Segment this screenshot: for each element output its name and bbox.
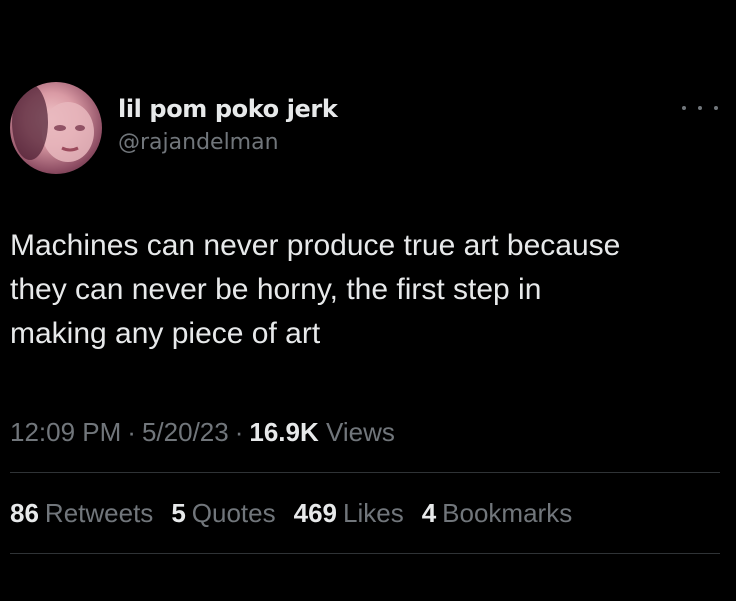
- views-label: Views: [326, 417, 395, 447]
- tweet-text-line: making any piece of art: [10, 317, 321, 350]
- divider: [10, 553, 720, 554]
- more-dot: [698, 106, 702, 110]
- user-info: lil pom poko jerk @rajandelman: [118, 94, 338, 157]
- bookmarks-count: 4: [421, 498, 437, 528]
- display-name[interactable]: lil pom poko jerk: [118, 94, 338, 124]
- meta-separator: ·: [127, 417, 136, 447]
- likes-stat[interactable]: 469 Likes: [294, 496, 404, 530]
- quotes-stat[interactable]: 5 Quotes: [171, 496, 275, 530]
- more-dot: [714, 106, 718, 110]
- engagement-stats: 86 Retweets 5 Quotes 469 Likes 4 Bookmarks: [10, 496, 590, 530]
- more-options-icon[interactable]: [682, 98, 718, 118]
- divider: [10, 472, 720, 473]
- user-handle[interactable]: @rajandelman: [118, 129, 337, 157]
- likes-label: Likes: [343, 498, 404, 528]
- views-count: 16.9K: [249, 417, 319, 447]
- more-dot: [682, 106, 686, 110]
- tweet-date[interactable]: 5/20/23: [142, 417, 229, 447]
- avatar[interactable]: [10, 82, 102, 174]
- profile-photo-icon: [12, 84, 94, 162]
- tweet-text: Machines can never produce true art beca…: [10, 224, 720, 356]
- retweets-label: Retweets: [44, 498, 154, 528]
- quotes-label: Quotes: [191, 498, 276, 528]
- tweet-text-line: Machines can never produce true art beca…: [10, 229, 621, 262]
- bookmarks-stat[interactable]: 4 Bookmarks: [422, 496, 573, 530]
- tweet-meta: 12:09 PM · 5/20/23 · 16.9K Views: [10, 415, 395, 449]
- retweets-count: 86: [10, 498, 39, 528]
- tweet-time[interactable]: 12:09 PM: [10, 417, 121, 447]
- retweets-stat[interactable]: 86 Retweets: [10, 496, 153, 530]
- tweet-text-line: they can never be horny, the first step …: [10, 273, 542, 306]
- tweet-card: lil pom poko jerk @rajandelman Machines …: [0, 0, 736, 601]
- meta-separator: ·: [234, 417, 244, 447]
- likes-count: 469: [293, 498, 337, 528]
- quotes-count: 5: [171, 498, 186, 528]
- bookmarks-label: Bookmarks: [442, 498, 573, 528]
